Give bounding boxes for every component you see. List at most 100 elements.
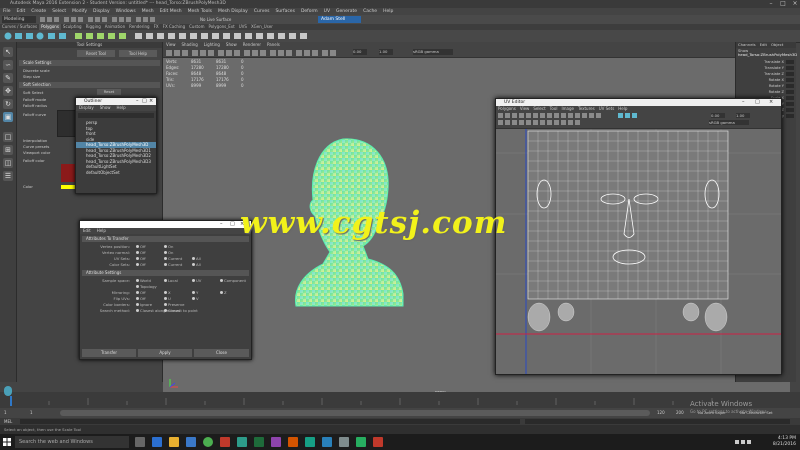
time-slider[interactable] (0, 386, 800, 408)
transfer-menu-help[interactable]: Help (94, 228, 109, 234)
menu-surfaces[interactable]: Surfaces (272, 8, 298, 15)
maya-icon[interactable] (237, 437, 247, 447)
range-end[interactable]: 200 (676, 410, 684, 415)
minimize-icon[interactable]: – (220, 221, 223, 228)
app-icon[interactable] (288, 437, 298, 447)
tool-help-button[interactable]: Tool Help (119, 50, 157, 57)
paint-select-icon[interactable]: ✎ (3, 73, 13, 83)
anim-preferences-icon[interactable] (4, 386, 12, 396)
maximize-icon[interactable]: □ (230, 221, 235, 228)
store-icon[interactable] (186, 437, 196, 447)
channel-value-field[interactable] (786, 102, 794, 106)
uv-gamma-field[interactable]: 1.00 (736, 113, 750, 118)
channel-tab-edit[interactable]: Edit (758, 42, 769, 48)
layout-outliner-icon[interactable]: ☰ (3, 171, 13, 181)
file-explorer-icon[interactable] (169, 437, 179, 447)
apply-button[interactable]: Apply (138, 349, 192, 357)
minimize-icon[interactable]: – (136, 98, 139, 105)
scale-settings-section[interactable]: Scale Settings (19, 60, 160, 66)
channel-value-field[interactable] (786, 60, 794, 64)
close-icon[interactable]: × (789, 0, 800, 8)
menu-modify[interactable]: Modify (69, 8, 90, 15)
channel-value-field[interactable] (786, 84, 794, 88)
uv-layout-canvas[interactable] (496, 129, 781, 374)
command-input[interactable] (20, 419, 520, 424)
layout-two-icon[interactable]: ◫ (3, 158, 13, 168)
app-icon[interactable] (356, 437, 366, 447)
range-bar[interactable] (60, 410, 650, 416)
chrome-icon[interactable] (203, 437, 213, 447)
uv-toolbar-icons[interactable] (498, 113, 668, 127)
transfer-button[interactable]: Transfer (82, 349, 136, 357)
menu-file[interactable]: File (0, 8, 14, 15)
reset-tool-button[interactable]: Reset Tool (77, 50, 115, 57)
close-button[interactable]: Close (194, 349, 249, 357)
menu-create[interactable]: Create (28, 8, 49, 15)
soft-selection-section[interactable]: Soft Selection (19, 82, 160, 88)
app-icon[interactable] (271, 437, 281, 447)
scale-tool-icon[interactable]: ▣ (3, 112, 13, 122)
attributes-to-transfer-section[interactable]: Attributes To Transfer (82, 236, 249, 242)
menu-uv[interactable]: UV (321, 8, 333, 15)
select-tool-icon[interactable]: ↖ (3, 47, 13, 57)
channel-value-field[interactable] (786, 72, 794, 76)
menu-select[interactable]: Select (49, 8, 69, 15)
uv-colorspace-dropdown[interactable]: sRGB gamma (709, 120, 749, 125)
radio-option[interactable]: Closest to point (164, 308, 198, 314)
outliner-search-field[interactable] (78, 113, 154, 118)
range-start[interactable]: 1 (4, 410, 7, 415)
gamma-field[interactable]: 1.00 (379, 49, 393, 55)
mode-dropdown[interactable]: Modeling (2, 16, 36, 23)
app-icon[interactable] (339, 437, 349, 447)
playback-end[interactable]: 120 (657, 410, 665, 415)
autodesk-icon[interactable] (220, 437, 230, 447)
outliner-item[interactable]: defaultObjectSet (76, 170, 156, 176)
outliner-menu-help[interactable]: Help (114, 105, 129, 111)
outliner-item[interactable]: head_Torso:ZBrushPolyMesh3D (76, 142, 156, 148)
menu-display[interactable]: Display (90, 8, 113, 15)
maximize-icon[interactable]: □ (142, 98, 147, 105)
menu-mesh[interactable]: Mesh (139, 8, 157, 15)
taskbar-search-box[interactable]: Search the web and Windows (15, 436, 129, 448)
channel-value-field[interactable] (786, 108, 794, 112)
app-icon[interactable] (305, 437, 315, 447)
uv-exposure-field[interactable]: 0.00 (711, 113, 725, 118)
edge-browser-icon[interactable] (152, 437, 162, 447)
taskbar-clock[interactable]: 4:13 PM 8/21/2016 (773, 436, 796, 448)
lasso-tool-icon[interactable]: ∽ (3, 60, 13, 70)
menu-generate[interactable]: Generate (333, 8, 360, 15)
current-frame-marker[interactable] (10, 396, 12, 406)
transfer-menu-edit[interactable]: Edit (80, 228, 94, 234)
live-surface-label[interactable]: No Live Surface (200, 16, 240, 23)
close-icon[interactable]: × (769, 99, 773, 106)
exposure-field[interactable]: 0.00 (353, 49, 367, 55)
layout-four-icon[interactable]: ⊞ (3, 145, 13, 155)
menu-windows[interactable]: Windows (113, 8, 139, 15)
move-tool-icon[interactable]: ✥ (3, 86, 13, 96)
outliner-menu-show[interactable]: Show (97, 105, 114, 111)
windows-start-icon[interactable] (3, 438, 11, 446)
minimize-icon[interactable]: – (765, 0, 777, 8)
menu-help[interactable]: Help (380, 8, 396, 15)
user-account-button[interactable]: Adam Stell (318, 16, 361, 23)
channel-value-field[interactable] (786, 90, 794, 94)
task-view-icon[interactable] (135, 437, 145, 447)
app-icon[interactable] (322, 437, 332, 447)
system-tray-icons[interactable] (735, 439, 755, 445)
radio-option[interactable]: All (192, 262, 201, 268)
menu-curves[interactable]: Curves (251, 8, 273, 15)
excel-icon[interactable] (254, 437, 264, 447)
menu-deform[interactable]: Deform (298, 8, 321, 15)
minimize-icon[interactable]: – (742, 99, 745, 106)
channel-tab-object[interactable]: Object (769, 42, 785, 48)
channel-value-field[interactable] (786, 78, 794, 82)
close-icon[interactable]: × (149, 98, 153, 105)
outliner-menu-display[interactable]: Display (76, 105, 97, 111)
reset-button[interactable]: Reset (97, 89, 121, 95)
colorspace-dropdown[interactable]: sRGB gamma (413, 49, 453, 55)
menu-mesh-display[interactable]: Mesh Display (215, 8, 251, 15)
status-icon-row[interactable] (40, 17, 190, 22)
radio-option[interactable]: Current (164, 262, 182, 268)
menu-mesh-tools[interactable]: Mesh Tools (185, 8, 215, 15)
outliner-item[interactable]: head_Torso:ZBrushPolyMesh3D2 (76, 153, 156, 159)
